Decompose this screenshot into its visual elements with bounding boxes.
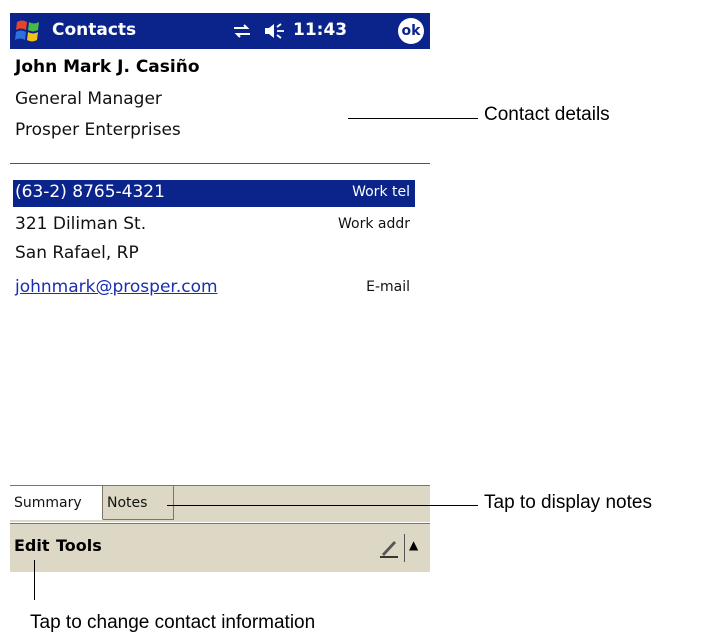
contact-name: John Mark J. Casiño: [15, 57, 200, 77]
callout-line-edit: [34, 560, 35, 600]
menu-bar: Edit Tools ▲: [10, 523, 430, 572]
work-address-line2[interactable]: San Rafael, RP: [15, 243, 139, 263]
edit-menu[interactable]: Edit: [14, 536, 50, 555]
work-address-label: Work addr: [337, 216, 410, 232]
title-bar: Contacts 11:43 ok: [10, 13, 430, 49]
connectivity-icon[interactable]: [232, 22, 252, 40]
pen-icon[interactable]: [378, 536, 400, 558]
clock[interactable]: 11:43: [293, 20, 347, 40]
work-address-line1[interactable]: 321 Diliman St.: [15, 214, 146, 234]
volume-icon[interactable]: [263, 22, 287, 40]
callout-change-info: Tap to change contact information: [30, 612, 316, 633]
email-link[interactable]: johnmark@prosper.com: [15, 277, 218, 297]
callout-contact-details: Contact details: [484, 104, 610, 125]
app-title: Contacts: [52, 20, 137, 40]
tools-menu[interactable]: Tools: [56, 536, 102, 555]
callout-line-notes: [167, 505, 478, 506]
contact-company: Prosper Enterprises: [15, 120, 181, 140]
callout-display-notes: Tap to display notes: [484, 492, 652, 513]
work-phone-label: Work tel: [352, 184, 410, 200]
work-phone-value[interactable]: (63-2) 8765-4321: [15, 182, 165, 202]
tab-summary[interactable]: Summary: [10, 486, 103, 520]
sip-separator: [404, 534, 405, 562]
contact-job-title: General Manager: [15, 89, 162, 109]
callout-line-details: [348, 118, 478, 119]
ok-button[interactable]: ok: [398, 18, 424, 44]
email-label: E-mail: [366, 279, 410, 295]
tab-bar: Summary Notes: [10, 485, 430, 522]
pocketpc-screen: Contacts 11:43 ok John Mark J. Casiño Ge…: [10, 13, 430, 572]
windows-start-icon[interactable]: [14, 17, 42, 45]
tab-notes[interactable]: Notes: [103, 486, 174, 520]
header-divider: [10, 163, 430, 164]
sip-arrow-icon[interactable]: ▲: [409, 538, 418, 552]
